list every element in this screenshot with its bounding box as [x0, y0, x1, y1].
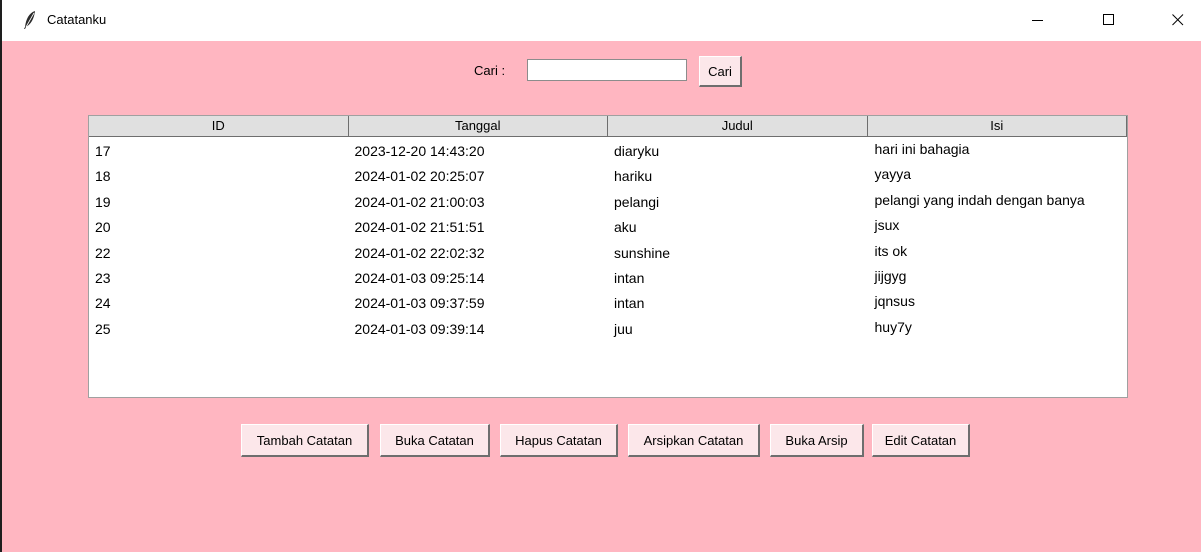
open-archive-button[interactable]: Buka Arsip: [770, 424, 864, 457]
cell-isi: yayya: [874, 166, 912, 183]
close-button[interactable]: [1155, 0, 1201, 41]
cell-judul: sunshine: [614, 244, 671, 261]
cell-tanggal: 2024-01-02 20:25:07: [354, 168, 485, 185]
title-bar[interactable]: Catatanku: [2, 0, 1201, 41]
cell-isi: hari ini bahagia: [874, 141, 970, 157]
cell-isi: jijgyg: [874, 267, 907, 284]
cell-isi: jqnsus: [874, 293, 915, 310]
table-row[interactable]: 18 2024-01-02 20:25:07 hariku yayya: [89, 164, 1127, 189]
table-body: 17 2023-12-20 14:43:20 diaryku hari ini …: [89, 139, 1127, 342]
search-label: Cari :: [474, 63, 506, 78]
table-row[interactable]: 22 2024-01-02 22:02:32 sunshine its ok: [89, 241, 1127, 266]
column-header-id[interactable]: ID: [89, 116, 349, 137]
cell-id: 17: [95, 143, 111, 159]
cell-isi: its ok: [874, 242, 908, 259]
column-header-isi[interactable]: Isi: [867, 116, 1127, 137]
app-window: Catatanku Cari : Cari ID Tanggal Judul I…: [0, 0, 1201, 552]
archive-note-button[interactable]: Arsipkan Catatan: [628, 424, 760, 457]
cell-id: 19: [95, 193, 111, 210]
open-note-button[interactable]: Buka Catatan: [380, 424, 490, 457]
cell-judul: intan: [614, 295, 645, 312]
cell-tanggal: 2024-01-02 21:00:03: [354, 193, 485, 210]
cell-id: 18: [95, 168, 111, 185]
cell-id: 22: [95, 244, 111, 261]
cell-id: 20: [95, 219, 111, 236]
minimize-icon: [1032, 20, 1043, 21]
cell-id: 25: [95, 320, 111, 337]
cell-id: 24: [95, 295, 111, 312]
edit-note-button[interactable]: Edit Catatan: [872, 424, 970, 457]
cell-tanggal: 2024-01-03 09:37:59: [354, 295, 485, 312]
search-button[interactable]: Cari: [699, 56, 742, 87]
search-input[interactable]: [527, 59, 687, 81]
cell-judul: aku: [614, 219, 637, 236]
cell-tanggal: 2024-01-03 09:25:14: [354, 269, 485, 286]
table-row[interactable]: 23 2024-01-03 09:25:14 intan jijgyg: [89, 266, 1127, 291]
table-row[interactable]: 20 2024-01-02 21:51:51 aku jsux: [89, 215, 1127, 240]
column-header-judul[interactable]: Judul: [608, 116, 868, 137]
cell-tanggal: 2024-01-03 09:39:14: [354, 320, 485, 337]
column-header-tanggal[interactable]: Tanggal: [348, 116, 608, 137]
cell-judul: hariku: [614, 168, 653, 185]
cell-tanggal: 2024-01-02 21:51:51: [354, 219, 485, 236]
cell-tanggal: 2024-01-02 22:02:32: [354, 244, 485, 261]
cell-tanggal: 2023-12-20 14:43:20: [354, 143, 485, 159]
window-title: Catatanku: [47, 12, 107, 27]
table-row[interactable]: 24 2024-01-03 09:37:59 intan jqnsus: [89, 291, 1127, 316]
cell-id: 23: [95, 269, 111, 286]
maximize-button[interactable]: [1086, 0, 1132, 41]
cell-judul: juu: [614, 320, 633, 337]
table-row[interactable]: 17 2023-12-20 14:43:20 diaryku hari ini …: [89, 139, 1127, 164]
table-row[interactable]: 25 2024-01-03 09:39:14 juu huy7y: [89, 317, 1127, 342]
cell-isi: huy7y: [874, 318, 912, 335]
add-note-button[interactable]: Tambah Catatan: [241, 424, 369, 457]
table-row[interactable]: 19 2024-01-02 21:00:03 pelangi pelangi y…: [89, 190, 1127, 215]
cell-isi: jsux: [874, 217, 900, 234]
minimize-button[interactable]: [1015, 0, 1061, 41]
feather-icon: [24, 11, 35, 29]
table-header: ID Tanggal Judul Isi: [89, 116, 1127, 137]
maximize-icon: [1103, 14, 1114, 25]
close-icon: [1172, 14, 1184, 26]
notes-table[interactable]: ID Tanggal Judul Isi 17 2023-12-20 14:43…: [88, 115, 1128, 398]
cell-judul: intan: [614, 269, 645, 286]
delete-note-button[interactable]: Hapus Catatan: [500, 424, 618, 457]
cell-judul: pelangi: [614, 193, 660, 210]
cell-judul: diaryku: [614, 143, 660, 159]
cell-isi: pelangi yang indah dengan banya: [874, 191, 1085, 208]
